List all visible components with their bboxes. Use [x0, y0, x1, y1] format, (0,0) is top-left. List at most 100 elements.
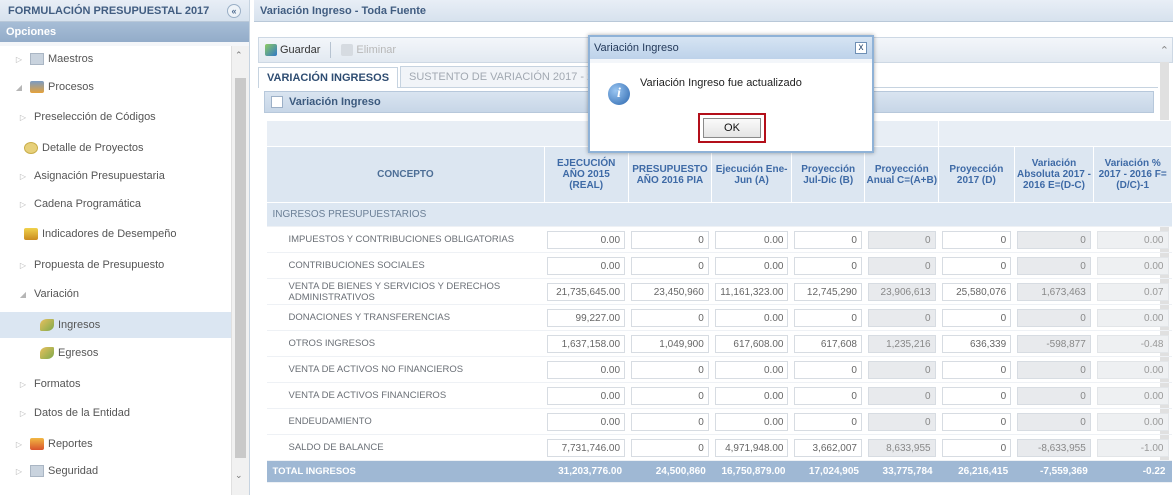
- sidebar-item-reportes[interactable]: ▷ Reportes: [0, 431, 232, 457]
- sidebar-item-label: Ingresos: [58, 319, 101, 331]
- value-input[interactable]: 0.00: [714, 230, 789, 249]
- sidebar-item-preseleccion-de-codigos[interactable]: ▷ Preselección de Códigos: [0, 104, 232, 130]
- cell-pia2016: 0: [628, 434, 712, 461]
- cell-varE: 0: [1014, 382, 1094, 409]
- cell-ejecA: 0.00: [711, 408, 792, 435]
- sidebar-item-variacion[interactable]: ◢ Variación: [0, 281, 232, 307]
- value-input[interactable]: 7,731,746.00: [547, 438, 626, 457]
- value-readonly: -598,877: [1017, 334, 1091, 353]
- menu-scrollbar[interactable]: ⌃ ⌄: [231, 46, 249, 495]
- value-input[interactable]: 99,227.00: [547, 308, 626, 327]
- page-title: Variación Ingreso - Toda Fuente: [254, 0, 1173, 22]
- collapse-panel-icon[interactable]: «: [227, 4, 241, 18]
- value-input[interactable]: 1,049,900: [631, 334, 709, 353]
- value-input[interactable]: 0: [794, 308, 862, 327]
- expanded-arrow-icon[interactable]: ◢: [14, 83, 24, 92]
- value-input[interactable]: 0: [631, 256, 709, 275]
- sidebar-item-indicadores-de-desempeno[interactable]: Indicadores de Desempeño: [0, 221, 232, 247]
- sidebar-item-egresos[interactable]: Egresos: [0, 340, 232, 366]
- sidebar-item-formatos[interactable]: ▷ Formatos: [0, 371, 232, 397]
- sidebar-item-detalle-de-proyectos[interactable]: Detalle de Proyectos: [0, 135, 232, 161]
- value-input[interactable]: 0.00: [714, 412, 789, 431]
- total-ejecA: 16,750,879.00: [711, 460, 792, 483]
- value-input[interactable]: 4,971,948.00: [714, 438, 789, 457]
- sidebar-item-datos-de-la-entidad[interactable]: ▷ Datos de la Entidad: [0, 400, 232, 426]
- value-input[interactable]: 0.00: [547, 230, 626, 249]
- cell-varE: 0: [1014, 226, 1094, 253]
- value-input[interactable]: 0.00: [547, 386, 626, 405]
- collapsed-arrow-icon[interactable]: ▷: [14, 440, 24, 449]
- group-row: INGRESOS PRESUPUESTARIOS: [266, 202, 1172, 227]
- value-input[interactable]: 0.00: [547, 360, 626, 379]
- cell-varE: -8,633,955: [1014, 434, 1094, 461]
- value-input[interactable]: 0: [631, 438, 709, 457]
- sidebar-item-seguridad[interactable]: ▷ Seguridad: [0, 458, 232, 484]
- total-proyB: 17,024,905: [791, 460, 865, 483]
- value-input[interactable]: 0: [631, 308, 709, 327]
- collapsed-arrow-icon[interactable]: ▷: [14, 467, 24, 476]
- value-input[interactable]: 0: [631, 412, 709, 431]
- collapsed-arrow-icon[interactable]: ▷: [14, 55, 24, 64]
- value-input[interactable]: 0.00: [547, 256, 626, 275]
- value-input[interactable]: 0: [794, 412, 862, 431]
- table-row: DONACIONES Y TRANSFERENCIAS 99,227.00 0 0.0…: [266, 304, 1172, 331]
- value-input[interactable]: 0.00: [714, 360, 789, 379]
- sidebar-item-propuesta-de-presupuesto[interactable]: ▷ Propuesta de Presupuesto: [0, 252, 232, 278]
- value-readonly: 0: [941, 308, 1012, 327]
- detail-icon: [24, 142, 38, 154]
- cell-proyC: 1,235,216: [864, 330, 939, 357]
- close-icon[interactable]: x: [855, 42, 867, 54]
- sidebar-item-cadena-programatica[interactable]: ▷ Cadena Programática: [0, 191, 232, 217]
- collapsed-arrow-icon[interactable]: ▷: [18, 113, 28, 122]
- collapsed-arrow-icon[interactable]: ▷: [18, 380, 28, 389]
- collapse-section-icon[interactable]: [271, 96, 283, 108]
- cell-pia2016: 0: [628, 382, 712, 409]
- scrollbar-thumb[interactable]: [235, 78, 246, 458]
- expanded-arrow-icon[interactable]: ◢: [18, 290, 28, 299]
- cell-proyB: 0: [791, 226, 865, 253]
- total-proyD: 26,216,415: [938, 460, 1015, 483]
- value-input[interactable]: 0.00: [714, 308, 789, 327]
- value-input[interactable]: 1,637,158.00: [547, 334, 626, 353]
- collapsed-arrow-icon[interactable]: ▷: [18, 261, 28, 270]
- sidebar-item-maestros[interactable]: ▷ Maestros: [0, 46, 232, 72]
- save-button[interactable]: Guardar: [259, 44, 326, 56]
- section-title: Variación Ingreso: [289, 96, 381, 108]
- value-readonly: -1.00: [1096, 438, 1169, 457]
- value-readonly: 0: [941, 412, 1012, 431]
- value-input[interactable]: 11,161,323.00: [714, 282, 789, 301]
- tab-variacion-ingresos[interactable]: VARIACIÓN INGRESOS: [258, 67, 399, 88]
- sidebar-item-procesos[interactable]: ◢ Procesos: [0, 74, 232, 100]
- cell-ejec2015: 0.00: [544, 408, 629, 435]
- value-input[interactable]: 3,662,007: [794, 438, 862, 457]
- delete-button[interactable]: Eliminar: [335, 44, 402, 56]
- value-input[interactable]: 617,608: [794, 334, 862, 353]
- collapsed-arrow-icon[interactable]: ▷: [18, 172, 28, 181]
- value-input[interactable]: 0: [631, 386, 709, 405]
- value-input[interactable]: 0.00: [547, 412, 626, 431]
- value-input[interactable]: 0: [794, 256, 862, 275]
- value-input[interactable]: 0.00: [714, 256, 789, 275]
- value-input[interactable]: 617,608.00: [714, 334, 789, 353]
- value-input[interactable]: 12,745,290: [794, 282, 862, 301]
- value-input[interactable]: 21,735,645.00: [547, 282, 626, 301]
- value-input[interactable]: 0: [631, 360, 709, 379]
- collapsed-arrow-icon[interactable]: ▷: [18, 200, 28, 209]
- value-input[interactable]: 0.00: [714, 386, 789, 405]
- value-input[interactable]: 0: [631, 230, 709, 249]
- scroll-down-icon[interactable]: ⌄: [235, 470, 243, 481]
- value-input[interactable]: 0: [794, 230, 862, 249]
- sidebar-item-ingresos[interactable]: Ingresos: [0, 312, 232, 338]
- table-row: CONTRIBUCIONES SOCIALES 0.00 0 0.00 0 0 0 0 0.00: [266, 252, 1172, 279]
- table-row: VENTA DE ACTIVOS FINANCIEROS 0.00 0 0.00 0 0 0…: [266, 382, 1172, 409]
- value-input[interactable]: 0: [794, 386, 862, 405]
- scroll-up-icon[interactable]: ⌃: [1160, 44, 1169, 57]
- scroll-up-icon[interactable]: ⌃: [235, 50, 243, 61]
- total-row: TOTAL INGRESOS 31,203,776.00 24,500,860 16,…: [266, 460, 1172, 483]
- ok-button[interactable]: OK: [703, 118, 761, 138]
- value-input[interactable]: 23,450,960: [631, 282, 709, 301]
- collapsed-arrow-icon[interactable]: ▷: [18, 409, 28, 418]
- sidebar-item-asignacion-presupuestaria[interactable]: ▷ Asignación Presupuestaria: [0, 163, 232, 189]
- value-input[interactable]: 0: [794, 360, 862, 379]
- panel-title-text: FORMULACIÓN PRESUPUESTAL 2017: [8, 4, 210, 17]
